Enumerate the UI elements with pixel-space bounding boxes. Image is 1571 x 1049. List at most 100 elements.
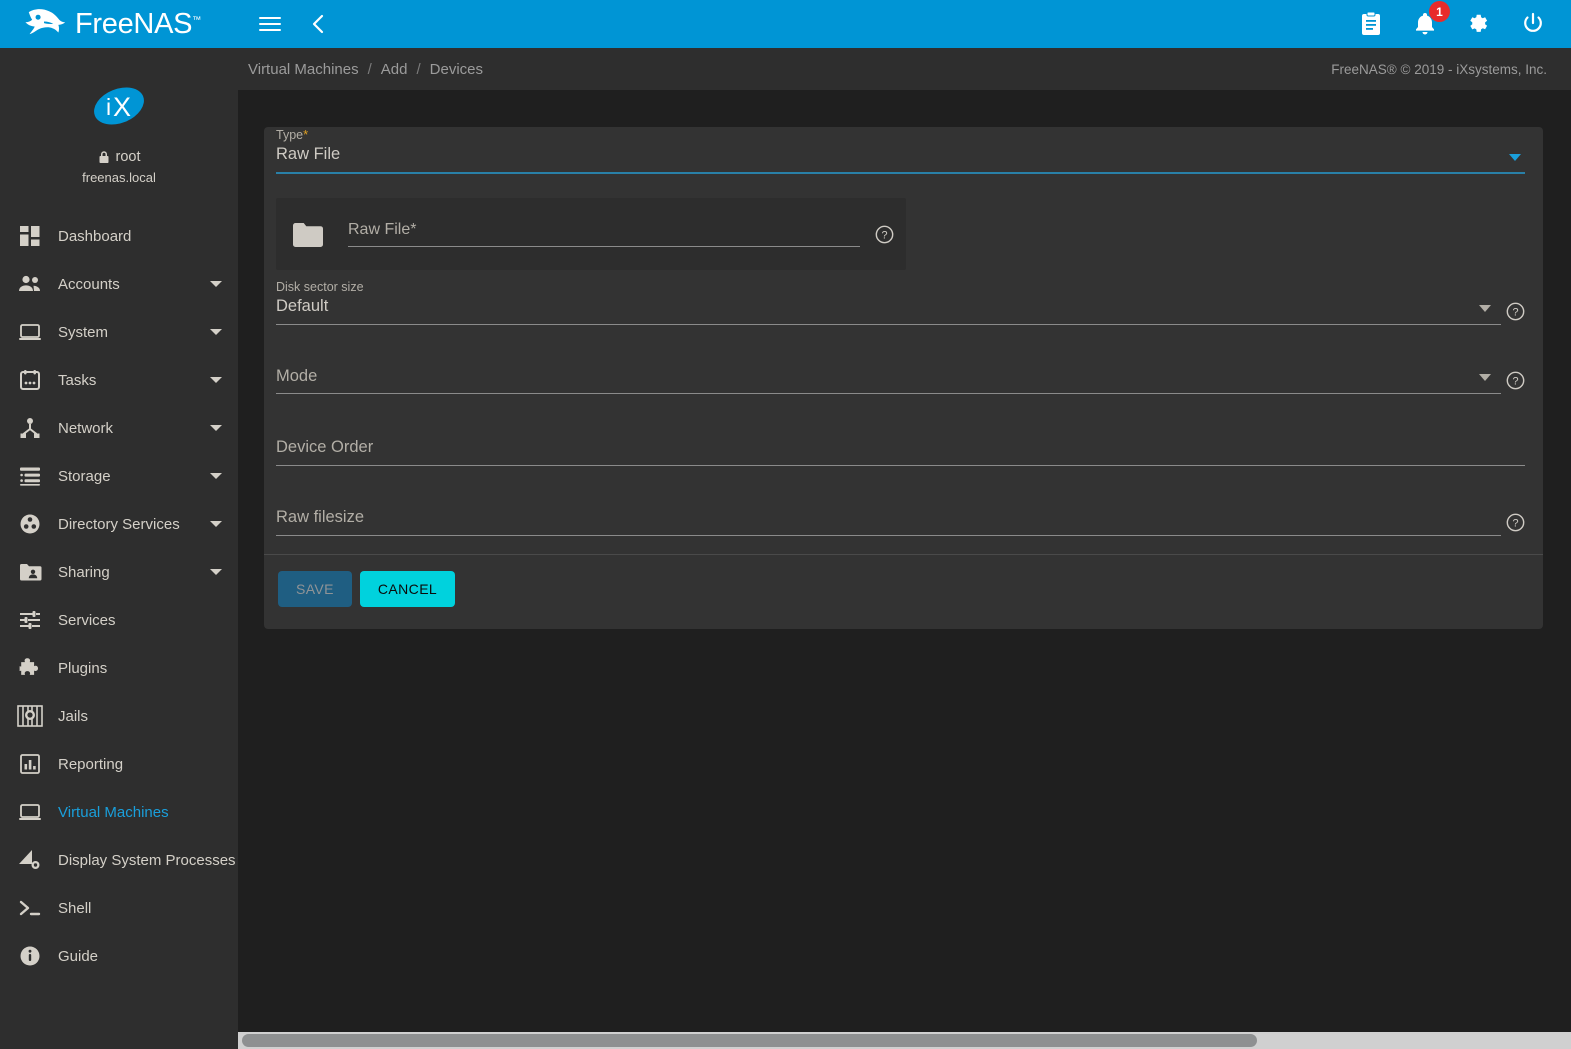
storage-list-icon [12,463,48,489]
chevron-down-icon[interactable] [210,569,222,575]
raw-filesize-field[interactable]: Raw filesize ? [276,494,1525,536]
username-label: root [115,149,141,165]
cancel-button[interactable]: CANCEL [359,570,456,607]
sidebar-item-network[interactable]: Network [0,404,238,452]
sidebar-item-shell[interactable]: Shell [0,884,238,932]
power-button[interactable] [1519,10,1547,38]
sidebar-item-label: Jails [58,707,89,725]
sidebar-item-sharing[interactable]: Sharing [0,548,238,596]
mode-underline [276,393,1501,395]
help-circle-icon[interactable]: ? [1506,371,1525,390]
sidebar-item-directory-services[interactable]: Directory Services [0,500,238,548]
directory-services-icon [12,511,48,537]
hamburger-menu-button[interactable] [257,11,283,37]
breadcrumb-item-virtual-machines[interactable]: Virtual Machines [248,61,359,78]
sidebar-item-services[interactable]: Services [0,596,238,644]
sidebar-item-display-system-processes[interactable]: Display System Processes [0,836,238,884]
sidebar-item-jails[interactable]: Jails [0,692,238,740]
chevron-down-icon[interactable] [1479,374,1491,382]
breadcrumb-item-add[interactable]: Add [381,61,408,78]
sidebar: i X root freenas.local Dashboard Account… [0,48,238,1049]
clipboard-icon [1362,11,1380,35]
hostname-label: freenas.local [82,170,156,185]
sidebar-item-dashboard[interactable]: Dashboard [0,212,238,260]
type-select-field[interactable]: Type* Raw File [276,127,1525,174]
sidebar-item-label: Sharing [58,563,110,581]
disk-sector-size-field[interactable]: Disk sector size Default ? [276,280,1525,325]
device-order-placeholder[interactable]: Device Order [276,424,1525,465]
horizontal-scrollbar[interactable] [238,1032,1571,1049]
dashboard-icon [12,223,48,249]
collapse-sidebar-button[interactable] [305,11,331,37]
horizontal-scrollbar-thumb[interactable] [242,1034,1257,1047]
tasks-button[interactable] [1357,10,1385,38]
settings-button[interactable] [1465,10,1493,38]
jails-icon [12,703,48,729]
device-order-field[interactable]: Device Order [276,424,1525,467]
sidebar-item-system[interactable]: System [0,308,238,356]
copyright-label: FreeNAS® © 2019 - iXsystems, Inc. [1331,61,1547,77]
type-field-value[interactable]: Raw File [276,145,1525,172]
sidebar-item-virtual-machines[interactable]: Virtual Machines [0,788,238,836]
type-field-underline [276,171,1525,174]
raw-file-placeholder[interactable]: Raw File* [348,220,860,246]
sidebar-item-reporting[interactable]: Reporting [0,740,238,788]
scrollbar-left-gutter [0,1032,238,1049]
sidebar-item-label: Accounts [58,275,120,293]
top-bar: FreeNAS™ 1 [0,0,1571,48]
svg-text:?: ? [1512,376,1518,388]
help-circle-icon[interactable]: ? [1506,302,1525,321]
raw-file-picker-panel: Raw File* ? [276,197,906,270]
chevron-down-icon[interactable] [210,377,222,383]
mode-placeholder[interactable]: Mode [276,353,1525,394]
disk-sector-size-value[interactable]: Default [276,297,1525,324]
chevron-down-icon[interactable] [210,473,222,479]
main-content: Virtual Machines / Add / Devices FreeNAS… [238,48,1571,1049]
disk-sector-size-underline [276,323,1501,325]
help-circle-icon[interactable]: ? [875,225,894,244]
puzzle-piece-icon [12,655,48,681]
save-button[interactable]: SAVE [278,570,352,607]
chevron-left-icon [312,14,324,34]
content-area: Type* Raw File Raw File* ? Disk sector s… [238,90,1571,629]
chevron-down-icon[interactable] [210,329,222,335]
sidebar-item-plugins[interactable]: Plugins [0,644,238,692]
mode-select-field[interactable]: Mode ? [276,353,1525,395]
sidebar-item-storage[interactable]: Storage [0,452,238,500]
required-asterisk: * [303,127,309,142]
chevron-down-icon[interactable] [1509,153,1521,161]
svg-text:i: i [106,94,111,120]
svg-text:?: ? [1512,306,1518,318]
people-icon [12,271,48,297]
ix-systems-logo: i X [94,87,144,125]
sidebar-item-guide[interactable]: Guide [0,932,238,980]
sidebar-item-label: Services [58,611,116,629]
terminal-icon [12,895,48,921]
sidebar-item-accounts[interactable]: Accounts [0,260,238,308]
raw-file-input-field[interactable]: Raw File* ? [348,220,894,247]
breadcrumb-item-devices[interactable]: Devices [430,61,483,78]
svg-text:?: ? [1512,518,1518,530]
bar-chart-icon [12,751,48,777]
topbar-left-controls [257,11,331,37]
calendar-icon [12,367,48,393]
sidebar-item-label: Plugins [58,659,108,677]
notifications-button[interactable]: 1 [1411,1,1450,38]
sidebar-item-tasks[interactable]: Tasks [0,356,238,404]
chevron-down-icon[interactable] [210,521,222,527]
sidebar-item-label: System [58,323,109,341]
network-nodes-icon [12,415,48,441]
device-order-underline [276,465,1525,467]
chevron-down-icon[interactable] [1479,304,1491,312]
notification-badge: 1 [1429,1,1450,22]
chevron-down-icon[interactable] [210,425,222,431]
chevron-down-icon[interactable] [210,281,222,287]
folder-icon[interactable] [292,222,324,248]
device-form-card: Type* Raw File Raw File* ? Disk sector s… [264,127,1543,629]
type-label-text: Type [276,128,304,142]
power-icon [1524,12,1542,32]
help-circle-icon[interactable]: ? [1506,513,1525,532]
raw-filesize-placeholder[interactable]: Raw filesize [276,494,1525,535]
raw-file-label-text: Raw File [348,220,411,238]
breadcrumb-separator: / [416,60,421,78]
